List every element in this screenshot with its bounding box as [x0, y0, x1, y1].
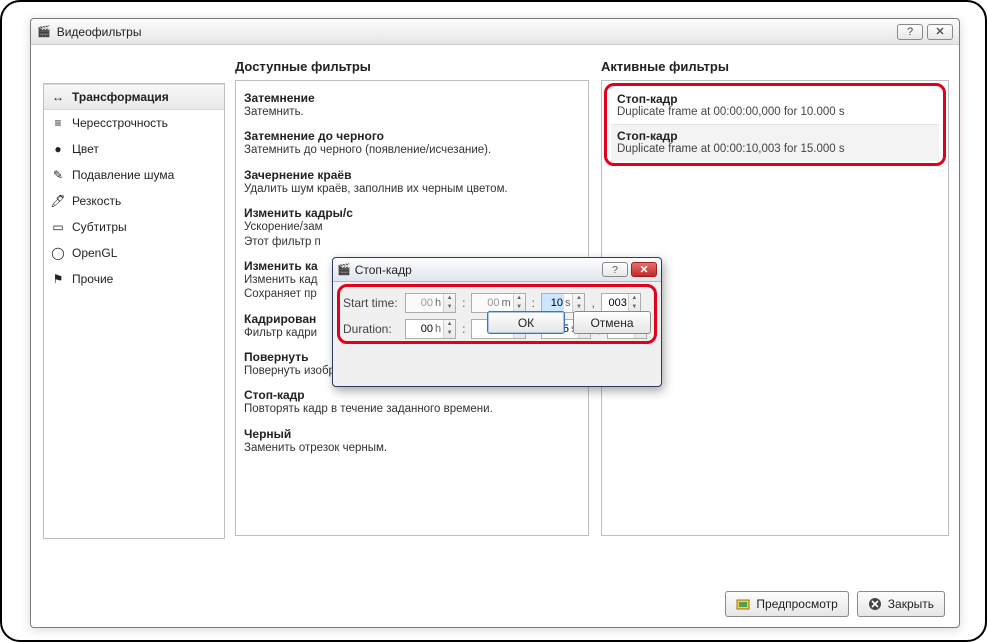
filter-name: Изменить кадры/с — [244, 206, 580, 220]
close-button[interactable]: Закрыть — [857, 591, 945, 617]
filter-name: Затемнение — [244, 91, 580, 105]
filter-name: Затемнение до черного — [244, 129, 580, 143]
bottom-bar: Предпросмотр Закрыть — [725, 591, 945, 617]
stop-frame-dialog: 🎬 Стоп-кадр ? ✕ Start time: h▲▼ : m▲▼ : … — [332, 257, 662, 387]
dialog-title: Стоп-кадр — [355, 263, 412, 277]
category-item[interactable]: ◯ OpenGL — [44, 240, 224, 266]
time-separator: : — [462, 322, 465, 336]
active-filter-description: Duplicate frame at 00:00:00,000 for 10.0… — [617, 106, 933, 118]
start-ms-spinner[interactable]: ▲▼ — [601, 293, 641, 313]
cancel-button[interactable]: Отмена — [573, 311, 651, 334]
category-label: Цвет — [72, 142, 99, 156]
start-time-label: Start time: — [343, 296, 399, 310]
categories-list: ↔ Трансформация ≡ Чересстрочность ● Цвет ✎ Пода… — [43, 83, 225, 539]
main-help-button[interactable]: ? — [897, 24, 923, 40]
active-filter-item[interactable]: Стоп-кадрDuplicate frame at 00:00:00,000… — [611, 88, 939, 124]
category-item[interactable]: ⚑ Прочие — [44, 266, 224, 292]
time-separator: : — [462, 296, 465, 310]
spinner-arrows-icon[interactable]: ▲▼ — [513, 294, 525, 312]
active-header: Активные фильтры — [601, 59, 949, 74]
category-item[interactable]: ● Цвет — [44, 136, 224, 162]
category-label: Чересстрочность — [72, 116, 168, 130]
main-window-title: Видеофильтры — [57, 25, 142, 39]
available-header: Доступные фильтры — [235, 59, 589, 74]
start-ms-input[interactable] — [602, 294, 628, 312]
filter-description: Заменить отрезок черным. — [244, 441, 580, 455]
categories-column: ↔ Трансформация ≡ Чересстрочность ● Цвет ✎ Пода… — [43, 59, 225, 581]
time-separator: , — [591, 296, 594, 310]
start-minutes-input[interactable] — [472, 294, 500, 312]
filter-name: Черный — [244, 427, 580, 441]
duration-hours-spinner[interactable]: h▲▼ — [405, 319, 456, 339]
category-icon: 🖊 — [50, 193, 66, 209]
duration-label: Duration: — [343, 322, 399, 336]
filter-description: Повторять кадр в течение заданного време… — [244, 402, 580, 416]
available-filter-item[interactable]: Стоп-кадрПовторять кадр в течение заданн… — [244, 388, 580, 416]
spinner-arrows-icon[interactable]: ▲▼ — [443, 294, 455, 312]
category-item[interactable]: 🖊 Резкость — [44, 188, 224, 214]
category-icon: ▭ — [50, 219, 66, 235]
available-filter-item[interactable]: Зачернение краёвУдалить шум краёв, запол… — [244, 168, 580, 196]
category-icon: ● — [50, 141, 66, 157]
available-filter-item[interactable]: ЧерныйЗаменить отрезок черным. — [244, 427, 580, 455]
filter-name: Зачернение краёв — [244, 168, 580, 182]
preview-label: Предпросмотр — [756, 597, 837, 611]
filter-description: Ускорение/зам Этот фильтр п — [244, 220, 580, 249]
start-seconds-input[interactable] — [542, 294, 564, 312]
active-filter-name: Стоп-кадр — [617, 92, 933, 106]
category-label: Резкость — [72, 194, 121, 208]
preview-icon — [736, 597, 750, 611]
available-filter-item[interactable]: Затемнение до черногоЗатемнить до черног… — [244, 129, 580, 157]
dialog-help-button[interactable]: ? — [602, 262, 628, 277]
category-label: Субтитры — [72, 220, 127, 234]
main-titlebar: 🎬 Видеофильтры ? ✕ — [31, 19, 959, 45]
category-item[interactable]: ↔ Трансформация — [44, 84, 224, 110]
filter-description: Затемнить до черного (появление/исчезани… — [244, 143, 580, 157]
available-filter-item[interactable]: ЗатемнениеЗатемнить. — [244, 91, 580, 119]
spinner-arrows-icon[interactable]: ▲▼ — [628, 294, 640, 312]
filter-name: Стоп-кадр — [244, 388, 580, 402]
active-filter-item[interactable]: Стоп-кадрDuplicate frame at 00:00:10,003… — [611, 124, 939, 161]
active-highlight-border: Стоп-кадрDuplicate frame at 00:00:00,000… — [604, 83, 946, 166]
close-label: Закрыть — [888, 597, 934, 611]
category-label: Трансформация — [72, 90, 169, 104]
screenshot-frame: 🎬 Видеофильтры ? ✕ ↔ Трансформация ≡ Чересс… — [0, 0, 987, 642]
start-seconds-spinner[interactable]: s▲▼ — [541, 293, 586, 313]
category-icon: ✎ — [50, 167, 66, 183]
category-icon: ◯ — [50, 245, 66, 261]
start-hours-spinner[interactable]: h▲▼ — [405, 293, 456, 313]
spinner-arrows-icon[interactable]: ▲▼ — [572, 294, 584, 312]
available-filter-item[interactable]: Изменить кадры/сУскорение/зам Этот фильт… — [244, 206, 580, 249]
category-icon: ↔ — [50, 89, 66, 105]
dialog-icon: 🎬 — [337, 263, 351, 276]
dialog-body: Start time: h▲▼ : m▲▼ : s▲▼ , ▲▼ Duratio… — [333, 282, 661, 342]
close-icon — [868, 597, 882, 611]
category-item[interactable]: ✎ Подавление шума — [44, 162, 224, 188]
app-icon: 🎬 — [37, 25, 51, 38]
category-icon: ⚑ — [50, 271, 66, 287]
category-item[interactable]: ▭ Субтитры — [44, 214, 224, 240]
active-filter-description: Duplicate frame at 00:00:10,003 for 15.0… — [617, 143, 933, 155]
filter-description: Удалить шум краёв, заполнив их черным цв… — [244, 182, 580, 196]
duration-hours-input[interactable] — [406, 320, 434, 338]
category-label: Прочие — [72, 272, 113, 286]
category-icon: ≡ — [50, 115, 66, 131]
preview-button[interactable]: Предпросмотр — [725, 591, 848, 617]
active-filter-name: Стоп-кадр — [617, 129, 933, 143]
start-minutes-spinner[interactable]: m▲▼ — [471, 293, 525, 313]
category-label: OpenGL — [72, 246, 117, 260]
filter-description: Затемнить. — [244, 105, 580, 119]
time-separator: : — [532, 296, 535, 310]
main-close-button[interactable]: ✕ — [927, 24, 953, 40]
category-label: Подавление шума — [72, 168, 174, 182]
start-hours-input[interactable] — [406, 294, 434, 312]
spinner-arrows-icon[interactable]: ▲▼ — [443, 320, 455, 338]
dialog-titlebar: 🎬 Стоп-кадр ? ✕ — [333, 258, 661, 282]
dialog-button-row: ОК Отмена — [487, 311, 651, 334]
category-item[interactable]: ≡ Чересстрочность — [44, 110, 224, 136]
ok-button[interactable]: ОК — [487, 311, 565, 334]
dialog-close-button[interactable]: ✕ — [631, 262, 657, 277]
